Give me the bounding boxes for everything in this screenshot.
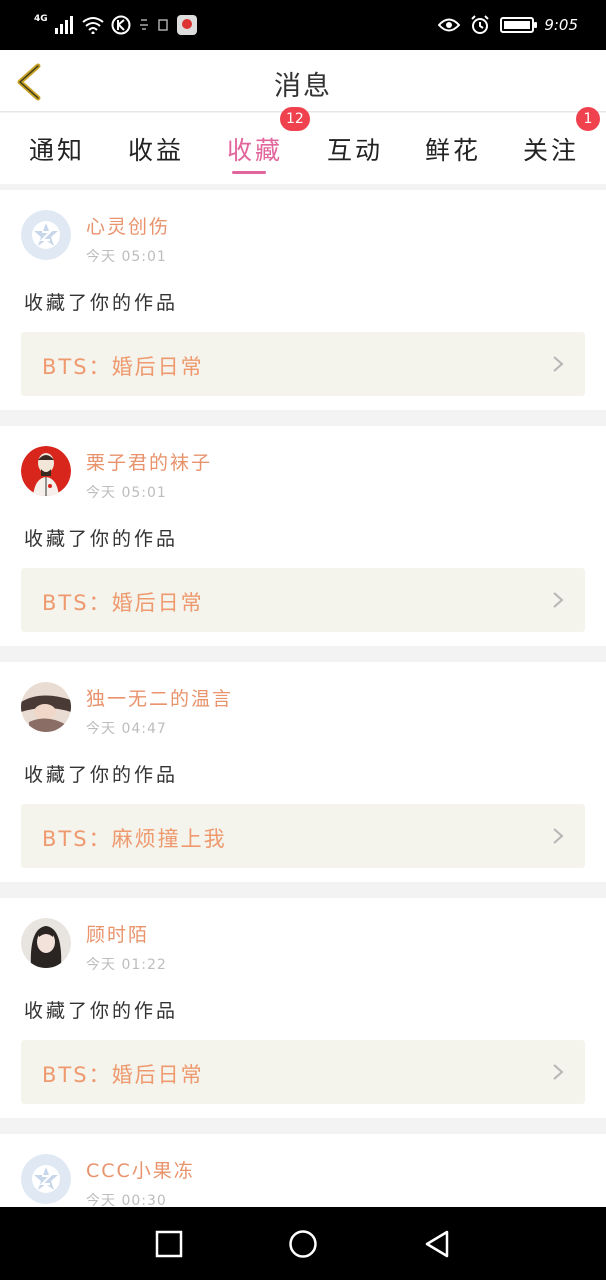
network-type: 4G	[34, 14, 48, 24]
tab-income[interactable]: 收益	[121, 131, 191, 171]
tab-label: 收益	[127, 136, 184, 165]
sim-icon	[157, 19, 168, 31]
timestamp: 今天 05:01	[86, 485, 167, 501]
tab-label: 收藏	[226, 136, 283, 165]
timestamp: 今天 01:22	[86, 957, 167, 973]
message-card: CCC小果冻 今天 00:30	[0, 1134, 606, 1214]
wifi-icon	[82, 17, 104, 34]
default-avatar[interactable]	[21, 1154, 71, 1204]
notification-icon	[139, 19, 148, 30]
work-link[interactable]: BTS：婚后日常	[21, 568, 585, 632]
alarm-icon	[471, 15, 490, 34]
message-card: 独一无二的温言 今天 04:47 收藏了你的作品 BTS：麻烦撞上我	[0, 662, 606, 882]
timestamp: 今天 05:01	[86, 249, 167, 265]
favorites-badge: 12	[280, 107, 310, 131]
tab-follow[interactable]: 关注	[516, 131, 586, 171]
red-portrait-avatar[interactable]	[21, 446, 71, 496]
username[interactable]: CCC小果冻	[86, 1156, 195, 1183]
tab-favorites[interactable]: 收藏	[220, 131, 290, 174]
app-icon	[176, 15, 197, 35]
tab-label: 关注	[522, 136, 579, 165]
work-link[interactable]: BTS：婚后日常	[21, 332, 585, 396]
status-bar-left: 4G	[34, 12, 198, 38]
work-title: BTS：婚后日常	[42, 591, 204, 615]
tab-label: 通知	[28, 136, 85, 165]
recent-apps-icon[interactable]	[154, 1229, 184, 1259]
username[interactable]: 独一无二的温言	[86, 684, 233, 711]
clock: 9:05	[544, 16, 578, 34]
active-tab-indicator	[232, 171, 266, 174]
chevron-right-icon	[553, 1064, 564, 1080]
action-text: 收藏了你的作品	[24, 292, 179, 314]
action-text: 收藏了你的作品	[24, 1000, 179, 1022]
work-link[interactable]: BTS：麻烦撞上我	[21, 804, 585, 868]
tab-interaction[interactable]: 互动	[320, 131, 390, 171]
username[interactable]: 顾时陌	[86, 920, 149, 947]
username[interactable]: 栗子君的袜子	[86, 448, 212, 475]
tab-bar: 通知 收益 收藏 12 互动 鲜花 关注 1	[0, 107, 606, 184]
work-title: BTS：麻烦撞上我	[42, 827, 227, 851]
default-avatar[interactable]	[21, 210, 71, 260]
chevron-right-icon	[553, 828, 564, 844]
header: 消息	[0, 50, 606, 112]
status-bar: 4G 9:05	[0, 0, 606, 50]
timestamp: 今天 04:47	[86, 721, 167, 737]
tab-label: 鲜花	[424, 136, 481, 165]
battery-icon	[500, 17, 538, 33]
message-card: 栗子君的袜子 今天 05:01 收藏了你的作品 BTS：婚后日常	[0, 426, 606, 646]
action-text: 收藏了你的作品	[24, 528, 179, 550]
tab-notification[interactable]: 通知	[22, 131, 92, 171]
chevron-right-icon	[553, 592, 564, 608]
status-bar-right: 9:05	[438, 12, 578, 38]
tab-flowers[interactable]: 鲜花	[418, 131, 488, 171]
message-card: 心灵创伤 今天 05:01 收藏了你的作品 BTS：婚后日常	[0, 190, 606, 410]
action-text: 收藏了你的作品	[24, 764, 179, 786]
follow-badge: 1	[576, 107, 600, 131]
k-icon	[111, 15, 131, 35]
work-link[interactable]: BTS：婚后日常	[21, 1040, 585, 1104]
message-card: 顾时陌 今天 01:22 收藏了你的作品 BTS：婚后日常	[0, 898, 606, 1118]
system-nav-bar	[0, 1207, 606, 1280]
work-title: BTS：婚后日常	[42, 1063, 204, 1087]
username[interactable]: 心灵创伤	[86, 212, 170, 239]
work-title: BTS：婚后日常	[42, 355, 204, 379]
back-icon[interactable]	[422, 1229, 452, 1259]
home-icon[interactable]	[288, 1229, 318, 1259]
tab-label: 互动	[326, 136, 383, 165]
eye-icon	[438, 18, 461, 32]
photo-avatar[interactable]	[21, 682, 71, 732]
photo-avatar[interactable]	[21, 918, 71, 968]
chevron-right-icon	[553, 356, 564, 372]
signal-icon	[54, 16, 73, 34]
page-title: 消息	[274, 71, 332, 102]
